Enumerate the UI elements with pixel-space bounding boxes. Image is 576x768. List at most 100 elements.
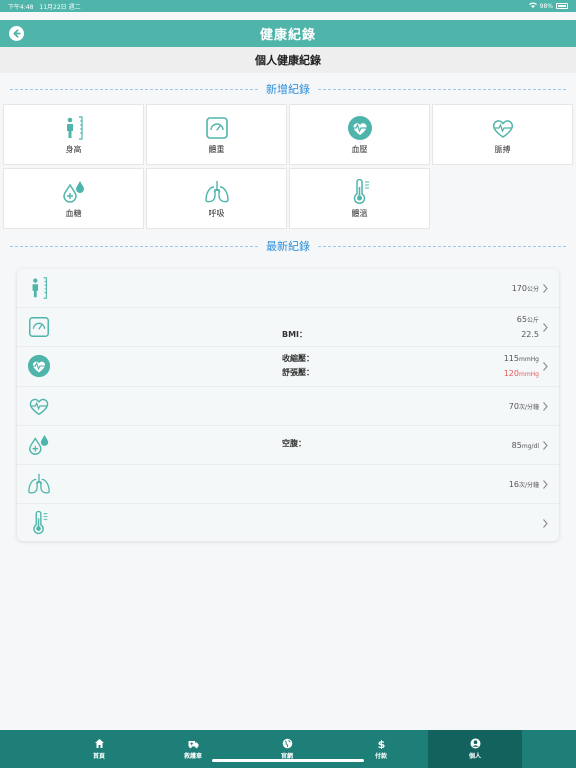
section-latest-records: 最新紀錄 (10, 239, 566, 253)
bp-labels: 收縮壓： 舒張壓： (282, 352, 314, 380)
battery-icon (556, 3, 568, 9)
battery-percent: 98% (539, 2, 553, 10)
tab-personal[interactable]: 個人 (428, 730, 522, 768)
page-title: 個人健康紀錄 (255, 54, 321, 67)
diastolic-label: 舒張壓： (282, 368, 314, 377)
breath-value: 16 (508, 480, 519, 489)
pulse-unit: 次/分鐘 (518, 404, 539, 411)
fasting-label: 空腹： (282, 439, 306, 448)
add-record-grid: 身高 體重 血壓 脈搏 血糖 呼吸 體溫 (3, 104, 573, 229)
record-value: 70次/分鐘 (509, 400, 539, 415)
status-time: 下午4:48 (8, 3, 34, 11)
record-row-breath[interactable]: 16次/分鐘 (17, 465, 559, 504)
section-title-latest: 最新紀錄 (266, 240, 310, 253)
thermometer-icon (353, 178, 369, 204)
chevron-right-icon (543, 284, 548, 293)
status-date: 11月22日 週二 (39, 3, 81, 11)
home-indicator (212, 759, 364, 762)
status-left: 下午4:48 11月22日 週二 (8, 2, 81, 11)
weight-unit: 公斤 (526, 317, 539, 324)
tab-bar: 首頁 救護車 官網 $ 付款 個人 (0, 730, 576, 768)
tile-blood-pressure[interactable]: 血壓 (289, 104, 430, 165)
tile-label: 體溫 (351, 208, 368, 218)
person-icon (470, 738, 480, 749)
systolic-value: 115 (503, 354, 519, 363)
tab-home[interactable]: 首頁 (52, 730, 146, 768)
nav-bar: 健康紀錄 (0, 20, 576, 47)
tile-label: 脈搏 (494, 144, 511, 154)
scale-icon (27, 315, 51, 339)
sugar-value: 85 (511, 441, 522, 450)
svg-text:$: $ (377, 738, 385, 749)
chevron-right-icon (543, 480, 548, 489)
record-row-blood-sugar[interactable]: 空腹： 85mg/dl (17, 426, 559, 465)
tile-breath[interactable]: 呼吸 (146, 168, 287, 229)
tile-blood-sugar[interactable]: 血糖 (3, 168, 144, 229)
tab-payment[interactable]: $ 付款 (334, 730, 428, 768)
bp-unit: mmHg (518, 356, 539, 363)
record-row-weight[interactable]: BMI： 65公斤 22.5 (17, 308, 559, 347)
height-icon (27, 276, 51, 300)
divider-line (318, 245, 566, 247)
pulse-icon (27, 394, 51, 418)
blood-sugar-icon (62, 180, 84, 203)
sugar-unit: mg/dl (521, 443, 539, 450)
status-right: 98% (528, 2, 568, 10)
tile-label: 體重 (208, 144, 225, 154)
record-value: 65公斤 22.5 (517, 313, 539, 342)
record-row-height[interactable]: 170公分 (17, 269, 559, 308)
tab-ambulance[interactable]: 救護車 (146, 730, 240, 768)
record-value: 115mmHg 120mmHg (504, 352, 539, 382)
height-value: 170 (511, 284, 527, 293)
record-row-pulse[interactable]: 70次/分鐘 (17, 387, 559, 426)
chevron-right-icon (543, 402, 548, 411)
globe-icon (282, 738, 292, 749)
tile-label: 血糖 (65, 208, 82, 218)
divider-line (10, 88, 258, 90)
pulse-icon (492, 119, 513, 138)
section-add-record: 新增紀錄 (10, 82, 566, 96)
bmi-label: BMI： (282, 330, 308, 339)
tab-label: 個人 (468, 753, 481, 760)
breath-unit: 次/分鐘 (518, 482, 539, 489)
weight-value: 65 (516, 315, 527, 324)
height-icon (66, 115, 83, 140)
record-row-temperature[interactable] (17, 504, 559, 543)
chevron-right-icon (543, 441, 548, 450)
record-value: 170公分 (512, 282, 539, 297)
back-button[interactable] (9, 26, 24, 41)
height-unit: 公分 (526, 286, 539, 293)
tile-temperature[interactable]: 體溫 (289, 168, 430, 229)
record-row-blood-pressure[interactable]: 收縮壓： 舒張壓： 115mmHg 120mmHg (17, 347, 559, 387)
tab-website[interactable]: 官網 (240, 730, 334, 768)
blood-sugar-icon (27, 433, 51, 457)
nav-title: 健康紀錄 (259, 28, 316, 43)
systolic-label: 收縮壓： (282, 354, 314, 363)
tile-label: 呼吸 (208, 208, 225, 218)
tile-height[interactable]: 身高 (3, 104, 144, 165)
chevron-right-icon (543, 519, 548, 528)
wifi-icon (528, 2, 537, 10)
tab-label: 首頁 (92, 753, 105, 760)
home-icon (94, 739, 104, 748)
record-value: 85mg/dl (512, 439, 539, 454)
tab-label: 救護車 (183, 753, 202, 760)
section-title-add: 新增紀錄 (266, 83, 310, 96)
chevron-right-icon (543, 323, 548, 332)
tile-weight[interactable]: 體重 (146, 104, 287, 165)
dollar-icon: $ (377, 738, 385, 749)
diastolic-value: 120 (503, 369, 519, 378)
ambulance-icon (188, 741, 198, 749)
tile-pulse[interactable]: 脈搏 (432, 104, 573, 165)
tile-label: 身高 (65, 144, 82, 154)
bmi-value: 22.5 (521, 330, 539, 339)
tile-label: 血壓 (351, 144, 368, 154)
arrow-left-icon (13, 29, 21, 38)
divider-line (10, 245, 258, 247)
tab-label: 付款 (374, 753, 387, 760)
page-header: 個人健康紀錄 (0, 47, 576, 73)
latest-records-card: 170公分 BMI： 65公斤 22.5 收縮壓： 舒張壓： 115mmHg 1… (17, 269, 559, 541)
record-value: 16次/分鐘 (509, 478, 539, 493)
chevron-right-icon (543, 362, 548, 371)
lungs-icon (204, 180, 229, 202)
